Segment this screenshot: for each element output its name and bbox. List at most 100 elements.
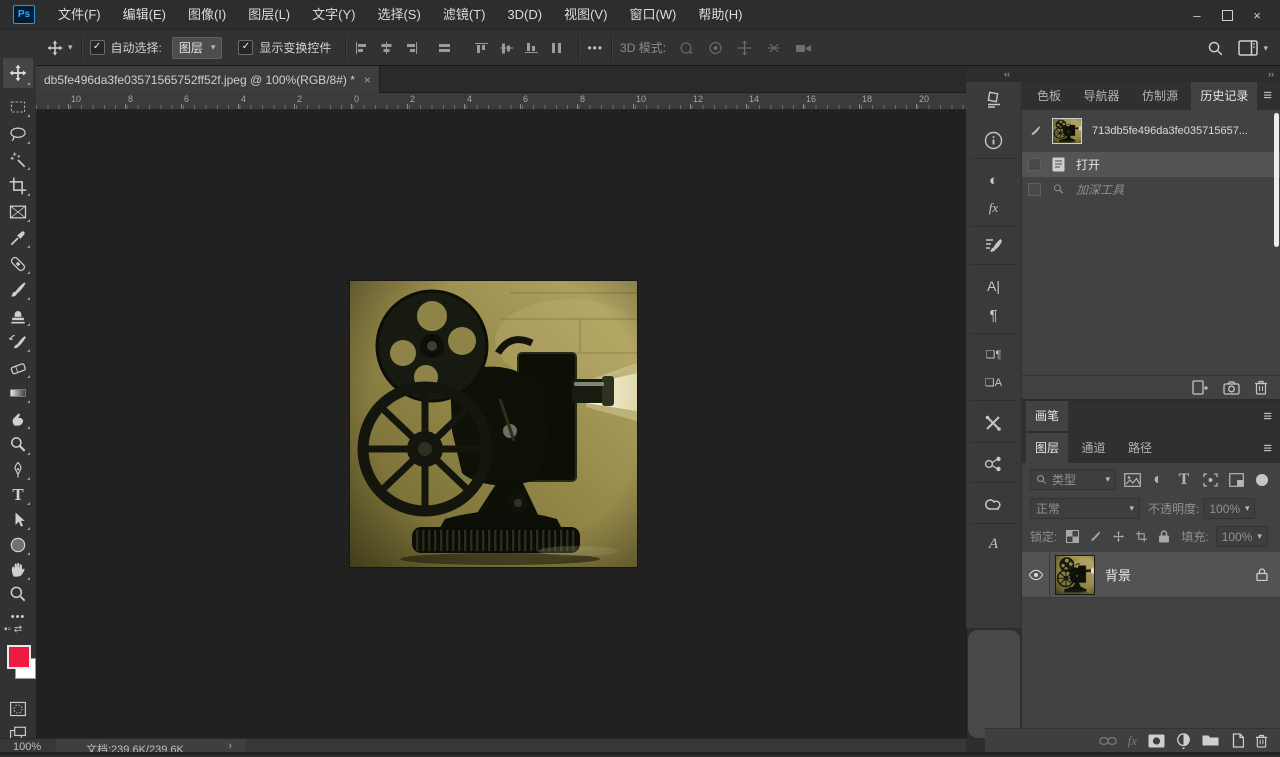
menu-view[interactable]: 视图(V)	[553, 0, 618, 30]
menu-layer[interactable]: 图层(L)	[237, 0, 301, 30]
collapse-panels-icon[interactable]: ››	[1268, 69, 1274, 79]
new-document-from-state-icon[interactable]	[1192, 380, 1209, 395]
document-tab[interactable]: db5fe496da3fe03571565752ff52f.jpeg @ 100…	[36, 66, 380, 93]
eraser-tool[interactable]	[3, 355, 33, 381]
panel-menu-icon[interactable]: ≡	[1263, 87, 1272, 104]
distribute-horizontal-icon[interactable]	[437, 41, 452, 55]
history-source-checkbox[interactable]	[1028, 183, 1041, 196]
libraries-icon[interactable]	[981, 493, 1007, 517]
lock-all-icon[interactable]	[1156, 527, 1172, 547]
lock-artboard-icon[interactable]	[1133, 527, 1149, 547]
align-bottom-edges-icon[interactable]	[524, 41, 539, 55]
pen-tool[interactable]	[3, 457, 33, 483]
brush-settings-icon[interactable]	[981, 234, 1007, 258]
tab-paths[interactable]: 路径	[1119, 433, 1161, 463]
lock-transparency-icon[interactable]	[1064, 527, 1080, 547]
layer-visibility-toggle[interactable]	[1022, 552, 1050, 597]
menu-image[interactable]: 图像(I)	[177, 0, 237, 30]
tab-close-icon[interactable]: ×	[364, 73, 371, 87]
3d-camera-icon[interactable]	[794, 40, 813, 56]
layer-thumbnail[interactable]	[1055, 555, 1095, 595]
align-right-edges-icon[interactable]	[404, 41, 419, 55]
auto-select-dropdown[interactable]: 图层 ▾	[172, 37, 223, 59]
layer-name[interactable]: 背景	[1105, 565, 1256, 584]
healing-brush-tool[interactable]	[3, 251, 33, 277]
character-styles-icon[interactable]: ❏¶	[981, 342, 1007, 366]
align-left-edges-icon[interactable]	[354, 41, 369, 55]
auto-select-checkbox[interactable]: ✓	[90, 40, 105, 55]
distribute-vertical-icon[interactable]	[549, 41, 564, 55]
move-tool[interactable]	[3, 58, 33, 88]
expand-dock-icon[interactable]: ‹‹	[1004, 69, 1010, 79]
menu-3d[interactable]: 3D(D)	[496, 0, 553, 30]
adjustments-icon[interactable]: ◐	[981, 168, 1007, 192]
tool-presets-icon[interactable]	[981, 411, 1007, 435]
layer-filter-dropdown[interactable]: 类型 ▾	[1030, 469, 1116, 490]
filter-pixel-layers-icon[interactable]	[1122, 470, 1142, 490]
smudge-tool[interactable]	[3, 406, 33, 432]
workspace-switcher[interactable]: ▾	[1238, 40, 1268, 56]
info-icon[interactable]	[981, 128, 1007, 152]
lock-position-icon[interactable]	[1110, 527, 1126, 547]
frame-tool[interactable]	[3, 199, 33, 225]
layer-style-icon[interactable]: fx	[1128, 733, 1137, 749]
new-group-icon[interactable]	[1202, 734, 1219, 747]
fill-field[interactable]: 100% ▾	[1216, 526, 1268, 547]
layer-filter-toggle[interactable]	[1256, 474, 1268, 486]
eyedropper-tool[interactable]	[3, 225, 33, 251]
close-button[interactable]: ×	[1244, 4, 1270, 26]
layer-row-background[interactable]: 背景	[1022, 552, 1280, 598]
filter-smart-objects-icon[interactable]	[1226, 470, 1246, 490]
lasso-tool[interactable]	[3, 121, 33, 147]
type-tool[interactable]: T	[3, 482, 33, 508]
move-tool-option-icon[interactable]	[46, 39, 64, 57]
layers-panel-menu-icon[interactable]: ≡	[1263, 440, 1272, 457]
paragraph-styles-icon[interactable]: ❏A	[981, 370, 1007, 394]
maximize-button[interactable]	[1214, 4, 1240, 26]
history-source-checkbox[interactable]	[1028, 158, 1041, 171]
crop-tool[interactable]	[3, 173, 33, 199]
magic-wand-tool[interactable]	[3, 147, 33, 173]
tab-clone-source[interactable]: 仿制源	[1133, 82, 1187, 110]
history-snapshot-row[interactable]: 713db5fe496da3fe035715657...	[1022, 113, 1280, 149]
menu-filter[interactable]: 滤镜(T)	[432, 0, 497, 30]
3d-orbit-icon[interactable]	[678, 40, 695, 56]
history-scrollbar[interactable]	[1274, 113, 1279, 247]
brush-panel-menu-icon[interactable]: ≡	[1263, 408, 1272, 425]
paragraph-icon[interactable]: ¶	[981, 303, 1007, 327]
status-chevron-icon[interactable]: ›	[228, 740, 232, 752]
menu-type[interactable]: 文字(Y)	[301, 0, 366, 30]
shape-tool[interactable]	[3, 532, 33, 558]
default-swap-colors-icon[interactable]: ▪▫ ⇄	[4, 624, 22, 635]
clone-stamp-tool[interactable]	[3, 303, 33, 329]
path-select-tool[interactable]	[3, 507, 33, 533]
delete-state-icon[interactable]	[1254, 380, 1268, 395]
tab-brush[interactable]: 画笔	[1026, 401, 1068, 431]
network-share-icon[interactable]	[981, 452, 1007, 476]
history-step-open[interactable]: 打开	[1022, 152, 1280, 177]
lock-pixels-icon[interactable]	[1087, 527, 1103, 547]
blend-mode-dropdown[interactable]: 正常 ▾	[1030, 498, 1140, 519]
more-options-icon[interactable]: •••	[587, 41, 603, 55]
tool-preset-chevron-icon[interactable]: ▾	[68, 42, 73, 53]
tab-navigator[interactable]: 导航器	[1074, 82, 1128, 110]
show-transform-checkbox[interactable]: ✓	[238, 40, 253, 55]
tab-history[interactable]: 历史记录	[1191, 82, 1257, 110]
new-snapshot-icon[interactable]	[1223, 381, 1240, 395]
new-layer-icon[interactable]	[1230, 733, 1244, 748]
document-image[interactable]	[350, 281, 637, 567]
3d-roll-icon[interactable]	[707, 40, 724, 56]
tab-layers[interactable]: 图层	[1026, 433, 1068, 463]
photoshop-logo[interactable]: Ps	[13, 5, 35, 24]
history-step-burn[interactable]: 加深工具	[1022, 177, 1280, 202]
quick-mask-button[interactable]	[3, 696, 33, 722]
filter-type-layers-icon[interactable]: T	[1174, 470, 1194, 490]
history-brush-tool[interactable]	[3, 329, 33, 355]
gradient-tool[interactable]	[3, 380, 33, 406]
foreground-color-swatch[interactable]	[7, 645, 31, 669]
minimize-button[interactable]: –	[1184, 4, 1210, 26]
horizontal-ruler[interactable]: 10 8 6 4 2 0 2 4 6 8 10 12 14 16 18 20	[36, 93, 966, 110]
align-top-edges-icon[interactable]	[474, 41, 489, 55]
link-layers-icon[interactable]	[1099, 736, 1117, 746]
filter-adjustment-layers-icon[interactable]: ◐	[1148, 470, 1168, 490]
